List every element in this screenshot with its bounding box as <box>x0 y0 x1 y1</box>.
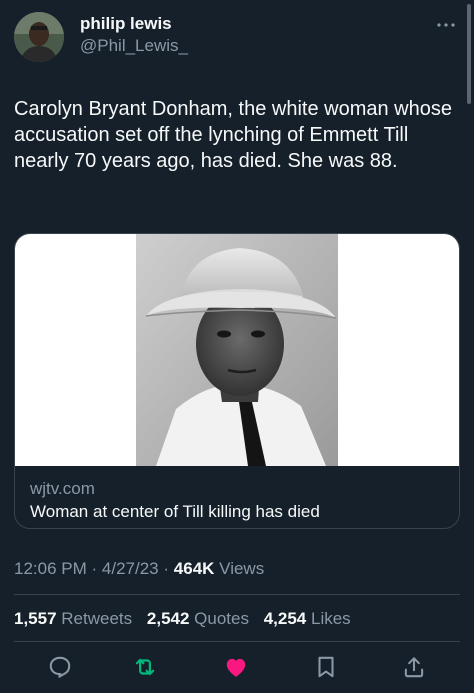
link-card-image <box>15 234 459 466</box>
quotes-stat[interactable]: 2,542 Quotes <box>147 609 249 628</box>
tweet-time[interactable]: 12:06 PM <box>14 559 87 578</box>
link-card[interactable]: wjtv.com Woman at center of Till killing… <box>14 233 460 529</box>
meta-separator: · <box>163 559 170 578</box>
display-name[interactable]: philip lewis <box>80 14 172 34</box>
quotes-count: 2,542 <box>146 609 190 628</box>
likes-label: Likes <box>311 609 351 628</box>
scrollbar[interactable] <box>467 4 471 104</box>
more-options-icon[interactable] <box>434 18 458 32</box>
bookmark-icon[interactable] <box>313 654 339 680</box>
engagement-stats: 1,557 Retweets 2,542 Quotes 4,254 Likes <box>14 609 361 629</box>
tweet-date[interactable]: 4/27/23 <box>102 559 159 578</box>
like-icon[interactable] <box>223 654 249 680</box>
divider <box>14 594 460 595</box>
retweets-count: 1,557 <box>14 609 57 628</box>
quotes-label: Quotes <box>194 609 249 628</box>
likes-count: 4,254 <box>263 609 307 628</box>
action-bar <box>0 654 474 682</box>
likes-stat[interactable]: 4,254 Likes <box>264 609 351 628</box>
meta-separator: · <box>91 559 98 578</box>
retweets-stat[interactable]: 1,557 Retweets <box>14 609 132 628</box>
tweet-meta: 12:06 PM · 4/27/23 · 464K Views <box>14 559 264 579</box>
link-card-title: Woman at center of Till killing has died <box>30 502 320 521</box>
reply-icon[interactable] <box>47 654 73 680</box>
retweet-icon[interactable] <box>132 654 158 680</box>
user-handle[interactable]: @Phil_Lewis_ <box>80 36 188 56</box>
views-label: Views <box>219 559 265 578</box>
tweet-header: philip lewis @Phil_Lewis_ <box>14 12 460 64</box>
link-card-domain: wjtv.com <box>30 479 95 498</box>
avatar-photo <box>14 12 64 62</box>
avatar[interactable] <box>14 12 64 62</box>
views-count: 464K <box>173 559 215 578</box>
retweets-label: Retweets <box>61 609 133 628</box>
portrait-photo <box>136 234 338 466</box>
tweet-text: Carolyn Bryant Donham, the white woman w… <box>14 98 452 172</box>
share-icon[interactable] <box>401 654 427 680</box>
divider <box>14 641 460 642</box>
